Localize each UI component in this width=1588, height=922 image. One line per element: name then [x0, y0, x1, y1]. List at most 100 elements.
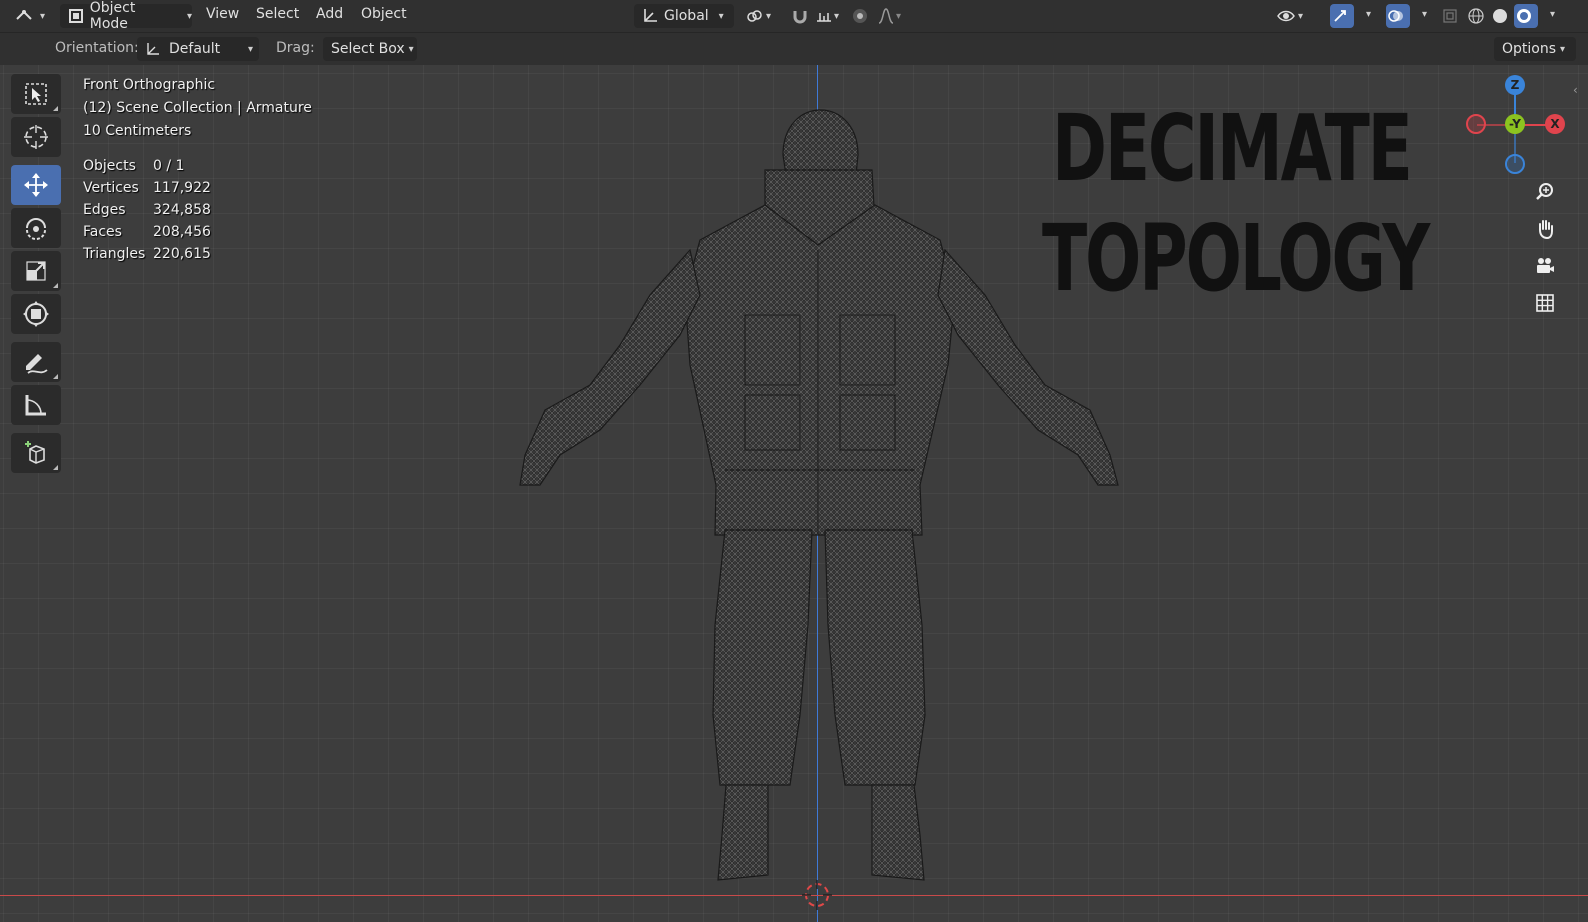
ortho-toggle-button[interactable]: [1529, 287, 1561, 319]
magnet-icon: [790, 6, 810, 26]
orientation-selector[interactable]: Default ▾: [137, 37, 259, 61]
shading-solid[interactable]: [1490, 4, 1514, 28]
drag-selector[interactable]: Select Box ▾: [323, 37, 417, 61]
menu-view[interactable]: View: [206, 6, 239, 22]
shading-wireframe[interactable]: [1466, 4, 1490, 28]
3d-viewport[interactable]: Front Orthographic (12) Scene Collection…: [0, 65, 1588, 922]
viewport-info: Front Orthographic (12) Scene Collection…: [83, 74, 312, 143]
overlays-options-chevron[interactable]: ▾: [1422, 9, 1427, 20]
gizmo-neg-y-axis[interactable]: -Y: [1505, 114, 1525, 134]
move-icon: [24, 173, 48, 197]
menu-add[interactable]: Add: [316, 6, 343, 22]
pivot-icon: [744, 6, 764, 26]
shading-material[interactable]: [1514, 4, 1538, 28]
tool-cursor[interactable]: [11, 117, 61, 157]
falloff-curve-icon: [876, 6, 896, 26]
tool-measure[interactable]: [11, 385, 61, 425]
shading-options-chevron[interactable]: ▾: [1550, 9, 1555, 20]
chevron-down-icon: ▾: [1560, 43, 1566, 55]
options-dropdown[interactable]: Options ▾: [1494, 37, 1576, 61]
grid-scale: 10 Centimeters: [83, 123, 192, 139]
scene-statistics: Objects 0 / 1 Vertices 117,922 Edges 324,85…: [83, 155, 211, 265]
visibility-button[interactable]: ▾: [1276, 4, 1316, 28]
stat-label: Vertices: [83, 180, 139, 196]
proportional-edit-icon: [850, 6, 870, 26]
gizmo-x-axis[interactable]: X: [1545, 114, 1565, 134]
menu-select[interactable]: Select: [256, 6, 299, 22]
falloff-button[interactable]: ▾: [876, 4, 912, 28]
tool-rotate[interactable]: [11, 208, 61, 248]
measure-icon: [25, 395, 46, 416]
stat-value: 324,858: [153, 202, 211, 218]
tool-move[interactable]: [11, 165, 61, 205]
editor-type-button[interactable]: ▾: [14, 4, 50, 28]
gizmo-options-chevron[interactable]: ▾: [1366, 9, 1371, 20]
tool-scale[interactable]: [11, 251, 61, 291]
stat-value: 0 / 1: [153, 158, 185, 174]
tool-shelf: [11, 74, 63, 476]
gizmo-neg-x-axis[interactable]: [1466, 114, 1486, 134]
transform-icon: [23, 301, 49, 327]
options-label: Options: [1502, 41, 1557, 57]
pivot-point-button[interactable]: ▾: [744, 4, 780, 28]
snap-toggle[interactable]: [790, 4, 814, 28]
tool-settings-bar: Orientation: Default ▾ Drag: Select Box …: [0, 32, 1588, 65]
eye-icon: [1276, 6, 1296, 26]
object-mode-icon: [66, 6, 86, 26]
orientation-label: Global: [664, 8, 709, 24]
chevron-down-icon: ▾: [766, 10, 772, 22]
wireframe-sphere-icon: [1466, 6, 1486, 26]
tool-select-box[interactable]: [11, 74, 61, 114]
view-name: Front Orthographic: [83, 77, 216, 93]
gizmo-icon: [1330, 6, 1350, 26]
stat-row: Faces 208,456: [83, 221, 211, 243]
stat-value: 117,922: [153, 180, 211, 196]
proportional-edit-toggle[interactable]: [850, 4, 874, 28]
chevron-down-icon: ▾: [247, 43, 253, 55]
stat-value: 220,615: [153, 246, 211, 262]
gizmo-neg-z-axis[interactable]: [1505, 154, 1525, 174]
rotate-icon: [26, 218, 46, 240]
stat-row: Objects 0 / 1: [83, 155, 211, 177]
hand-icon: [1539, 220, 1553, 240]
pan-button[interactable]: [1529, 213, 1561, 245]
grid-icon: [1536, 294, 1554, 312]
xray-toggle[interactable]: [1440, 4, 1464, 28]
mode-selector[interactable]: Object Mode ▾: [60, 0, 192, 32]
gizmo-toggle[interactable]: [1330, 4, 1354, 28]
xray-icon: [1440, 6, 1460, 26]
gizmo-z-axis[interactable]: Z: [1505, 75, 1525, 95]
cursor-icon: [24, 125, 48, 149]
tool-transform[interactable]: [11, 294, 61, 334]
submenu-indicator: [53, 374, 58, 379]
sidebar-toggle-icon[interactable]: ‹: [1573, 83, 1578, 97]
overlay-title-line1: DECIMATE: [1052, 95, 1413, 202]
overlays-toggle[interactable]: [1386, 4, 1410, 28]
snap-increment-icon: [814, 6, 834, 26]
chevron-down-icon: ▾: [1298, 10, 1304, 22]
annotate-icon: [26, 354, 48, 374]
add-cube-icon: [25, 441, 45, 464]
scale-icon: [26, 261, 46, 281]
transform-orientation-selector[interactable]: Global ▾: [634, 4, 734, 28]
stat-label: Triangles: [83, 246, 146, 262]
snap-target-button[interactable]: ▾: [814, 4, 844, 28]
stat-row: Vertices 117,922: [83, 177, 211, 199]
material-sphere-icon: [1514, 6, 1534, 26]
collection-name: (12) Scene Collection | Armature: [83, 100, 312, 116]
orientation-axes-icon: [143, 39, 163, 59]
submenu-indicator: [53, 283, 58, 288]
stat-value: 208,456: [153, 224, 211, 240]
chevron-down-icon: ▾: [186, 10, 192, 22]
mode-label: Object Mode: [89, 0, 136, 32]
chevron-down-icon: ▾: [408, 43, 414, 55]
camera-view-button[interactable]: [1529, 250, 1561, 282]
tool-annotate[interactable]: [11, 342, 61, 382]
3d-cursor-icon[interactable]: [802, 880, 832, 910]
solid-sphere-icon: [1490, 6, 1510, 26]
drag-label: Drag:: [276, 40, 315, 56]
zoom-button[interactable]: [1529, 176, 1561, 208]
orientation-value: Default: [169, 41, 221, 57]
menu-object[interactable]: Object: [361, 6, 407, 22]
tool-add-cube[interactable]: [11, 433, 61, 473]
